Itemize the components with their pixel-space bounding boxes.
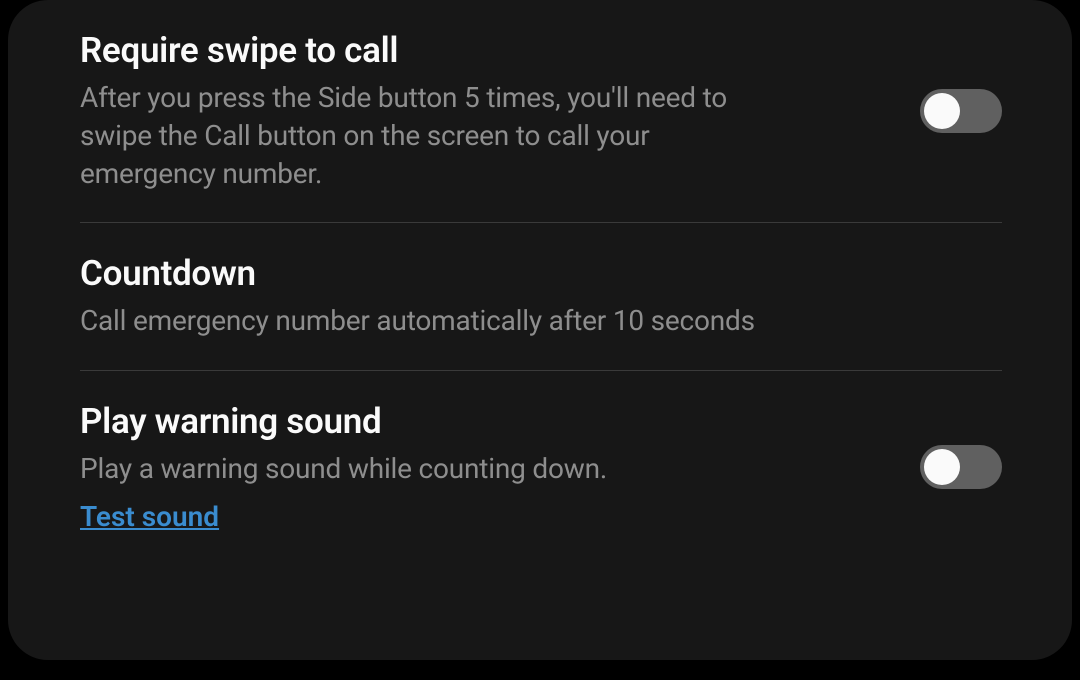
toggle-knob [924, 93, 960, 129]
require-swipe-toggle[interactable] [920, 89, 1002, 133]
setting-desc: Play a warning sound while counting down… [80, 450, 780, 488]
play-warning-toggle[interactable] [920, 445, 1002, 489]
setting-title: Countdown [80, 253, 1002, 294]
setting-title: Play warning sound [80, 401, 880, 442]
toggle-knob [924, 449, 960, 485]
require-swipe-item[interactable]: Require swipe to call After you press th… [8, 0, 1072, 222]
setting-title: Require swipe to call [80, 30, 880, 71]
settings-card: Require swipe to call After you press th… [8, 0, 1072, 660]
test-sound-link[interactable]: Test sound [80, 500, 219, 533]
countdown-item[interactable]: Countdown Call emergency number automati… [8, 223, 1072, 370]
setting-text-block: Play warning sound Play a warning sound … [80, 401, 880, 533]
setting-desc: Call emergency number automatically afte… [80, 302, 780, 340]
setting-text-block: Countdown Call emergency number automati… [80, 253, 1002, 340]
setting-text-block: Require swipe to call After you press th… [80, 30, 880, 192]
play-warning-item[interactable]: Play warning sound Play a warning sound … [8, 371, 1072, 563]
setting-desc: After you press the Side button 5 times,… [80, 79, 780, 192]
